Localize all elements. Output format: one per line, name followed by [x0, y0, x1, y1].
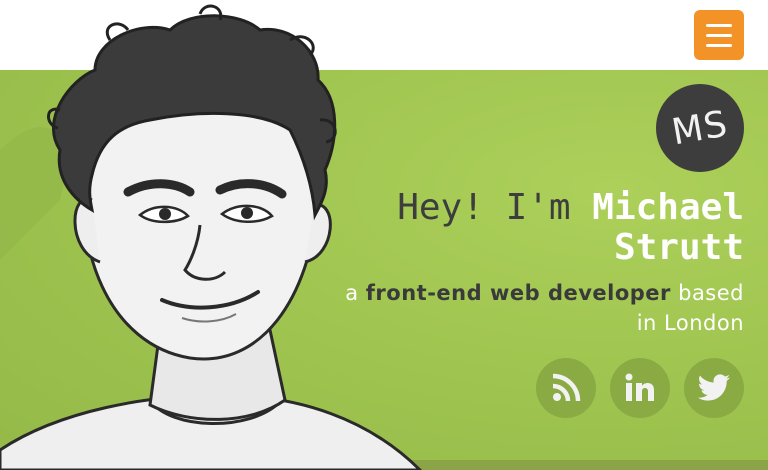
hamburger-line	[706, 43, 732, 47]
site-logo[interactable]: MS	[656, 84, 744, 172]
menu-button[interactable]	[694, 10, 744, 60]
linkedin-icon	[625, 373, 654, 401]
headline-name: Michael Strutt	[592, 187, 744, 268]
linkedin-link[interactable]	[610, 358, 670, 418]
tagline-prefix: a	[345, 281, 359, 305]
social-links	[536, 358, 744, 418]
logo-initials: MS	[668, 102, 732, 154]
tagline-role: front-end web developer	[365, 281, 671, 305]
headline-greeting: Hey! I'm	[397, 187, 571, 228]
twitter-link[interactable]	[684, 358, 744, 418]
twitter-icon	[697, 374, 730, 401]
hero-tagline: a front-end web developer based in Londo…	[324, 278, 744, 338]
rss-link[interactable]	[536, 358, 596, 418]
portrait-illustration	[0, 4, 423, 470]
rss-icon	[552, 373, 581, 402]
hamburger-menu-icon	[706, 23, 732, 27]
hamburger-line	[706, 33, 732, 37]
hero-headline: Hey! I'm Michael Strutt	[384, 188, 744, 268]
